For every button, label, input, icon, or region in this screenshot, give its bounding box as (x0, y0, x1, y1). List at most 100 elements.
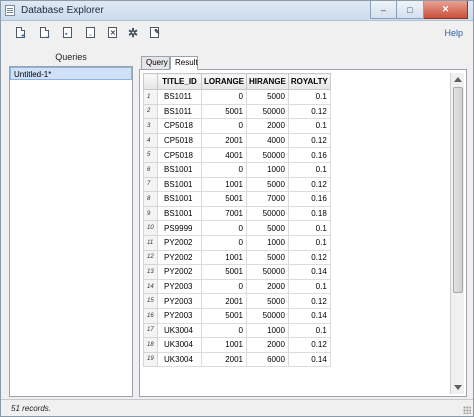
cell-title-id[interactable]: BS1011 (157, 89, 202, 105)
cell-lorange[interactable]: 5001 (201, 264, 247, 280)
cell-title-id[interactable]: CP5018 (157, 118, 202, 134)
cell-hirange[interactable]: 5000 (246, 249, 289, 266)
cell-royalty[interactable]: 0.1 (287, 161, 331, 178)
cell-lorange[interactable]: 5001 (201, 191, 247, 207)
cell-lorange[interactable]: 2001 (201, 351, 247, 368)
vertical-scrollbar[interactable] (450, 73, 464, 394)
cell-royalty[interactable]: 0.12 (287, 337, 331, 353)
cell-lorange[interactable]: 0 (201, 234, 247, 251)
table-row[interactable]: 1 BS1011 0 5000 0.1 (143, 89, 331, 105)
cell-lorange[interactable]: 1001 (201, 176, 247, 193)
table-row[interactable]: 18 UK3004 1001 2000 0.12 (143, 337, 331, 353)
cell-hirange[interactable]: 6000 (246, 351, 289, 368)
cell-royalty[interactable]: 0.14 (287, 351, 331, 368)
cell-title-id[interactable]: BS1001 (157, 161, 202, 178)
cell-royalty[interactable]: 0.1 (287, 220, 331, 236)
query-item[interactable]: Untitled-1* (10, 67, 132, 80)
cell-hirange[interactable]: 50000 (246, 103, 289, 120)
cell-title-id[interactable]: PY2003 (157, 293, 202, 309)
tab-query[interactable]: Query (141, 56, 170, 70)
cell-hirange[interactable]: 5000 (246, 220, 289, 236)
maximize-button[interactable]: □ (397, 1, 424, 19)
cell-royalty[interactable]: 0.1 (287, 118, 331, 134)
help-link[interactable]: Help (444, 28, 463, 38)
cell-lorange[interactable]: 0 (201, 220, 247, 236)
table-row[interactable]: 13 PY2002 5001 50000 0.14 (143, 264, 331, 280)
cell-lorange[interactable]: 5001 (201, 103, 247, 120)
cell-hirange[interactable]: 2000 (246, 118, 289, 134)
new-query-button[interactable]: + (15, 27, 27, 40)
cell-royalty[interactable]: 0.1 (287, 89, 331, 105)
scrollbar-thumb[interactable] (453, 87, 463, 293)
cell-title-id[interactable]: BS1011 (157, 103, 202, 120)
copy-query-button[interactable]: ▫ (85, 27, 97, 39)
cell-lorange[interactable]: 5001 (201, 307, 247, 324)
cell-royalty[interactable]: 0.1 (287, 234, 331, 251)
table-row[interactable]: 6 BS1001 0 1000 0.1 (143, 161, 331, 178)
table-row[interactable]: 3 CP5018 0 2000 0.1 (143, 118, 331, 134)
cell-royalty[interactable]: 0.1 (287, 322, 331, 339)
cell-royalty[interactable]: 0.18 (287, 205, 331, 222)
cell-hirange[interactable]: 7000 (246, 191, 289, 207)
cell-hirange[interactable]: 1000 (246, 161, 289, 178)
cell-hirange[interactable]: 50000 (246, 307, 289, 324)
open-query-button[interactable]: → (39, 27, 51, 40)
cell-hirange[interactable]: 5000 (246, 89, 289, 105)
column-header[interactable]: HIRANGE (246, 73, 289, 90)
cell-hirange[interactable]: 1000 (246, 322, 289, 339)
cell-hirange[interactable]: 50000 (246, 264, 289, 280)
column-header[interactable]: LORANGE (201, 73, 247, 90)
cell-hirange[interactable]: 4000 (246, 132, 289, 149)
minimize-button[interactable]: – (370, 1, 397, 19)
cell-lorange[interactable]: 4001 (201, 147, 247, 163)
cell-lorange[interactable]: 0 (201, 89, 247, 105)
cell-title-id[interactable]: BS1001 (157, 191, 202, 207)
cell-royalty[interactable]: 0.12 (287, 249, 331, 266)
queries-list[interactable]: Untitled-1* (9, 66, 133, 397)
table-row[interactable]: 16 PY2003 5001 50000 0.14 (143, 307, 331, 324)
table-row[interactable]: 17 UK3004 0 1000 0.1 (143, 322, 331, 339)
cell-lorange[interactable]: 0 (201, 118, 247, 134)
cell-title-id[interactable]: PY2002 (157, 264, 202, 280)
cell-royalty[interactable]: 0.14 (287, 307, 331, 324)
cell-title-id[interactable]: PY2002 (157, 249, 202, 266)
table-row[interactable]: 15 PY2003 2001 5000 0.12 (143, 293, 331, 309)
cell-lorange[interactable]: 2001 (201, 293, 247, 309)
cell-lorange[interactable]: 0 (201, 322, 247, 339)
cell-title-id[interactable]: UK3004 (157, 337, 202, 353)
edit-query-button[interactable]: ✎ (149, 27, 161, 39)
table-row[interactable]: 7 BS1001 1001 5000 0.12 (143, 176, 331, 193)
cell-royalty[interactable]: 0.12 (287, 103, 331, 120)
cell-royalty[interactable]: 0.16 (287, 191, 331, 207)
cell-lorange[interactable]: 0 (201, 161, 247, 178)
cell-hirange[interactable]: 1000 (246, 234, 289, 251)
cell-royalty[interactable]: 0.14 (287, 264, 331, 280)
cell-lorange[interactable]: 7001 (201, 205, 247, 222)
cell-lorange[interactable]: 1001 (201, 249, 247, 266)
scroll-up-arrow-icon[interactable] (454, 77, 462, 82)
cell-title-id[interactable]: UK3004 (157, 351, 202, 368)
cell-title-id[interactable]: PY2002 (157, 234, 202, 251)
table-row[interactable]: 8 BS1001 5001 7000 0.16 (143, 191, 331, 207)
cell-royalty[interactable]: 0.12 (287, 176, 331, 193)
save-query-button[interactable]: ▪ (62, 27, 74, 39)
cell-title-id[interactable]: BS1001 (157, 176, 202, 193)
table-row[interactable]: 12 PY2002 1001 5000 0.12 (143, 249, 331, 266)
cell-hirange[interactable]: 5000 (246, 176, 289, 193)
cell-hirange[interactable]: 50000 (246, 147, 289, 163)
table-row[interactable]: 2 BS1011 5001 50000 0.12 (143, 103, 331, 120)
cell-hirange[interactable]: 2000 (246, 337, 289, 353)
table-row[interactable]: 19 UK3004 2001 6000 0.14 (143, 351, 331, 368)
table-row[interactable]: 4 CP5018 2001 4000 0.12 (143, 132, 331, 149)
cell-lorange[interactable]: 0 (201, 278, 247, 295)
cell-royalty[interactable]: 0.12 (287, 132, 331, 149)
table-row[interactable]: 10 PS9999 0 5000 0.1 (143, 220, 331, 236)
cell-hirange[interactable]: 50000 (246, 205, 289, 222)
cell-title-id[interactable]: PY2003 (157, 307, 202, 324)
cell-royalty[interactable]: 0.12 (287, 293, 331, 309)
cell-title-id[interactable]: CP5018 (157, 132, 202, 149)
resize-grip-icon[interactable] (463, 406, 471, 414)
table-row[interactable]: 9 BS1001 7001 50000 0.18 (143, 205, 331, 222)
title-bar[interactable]: Database Explorer – □ ✕ (1, 1, 473, 21)
column-header[interactable]: ROYALTY (287, 73, 331, 90)
